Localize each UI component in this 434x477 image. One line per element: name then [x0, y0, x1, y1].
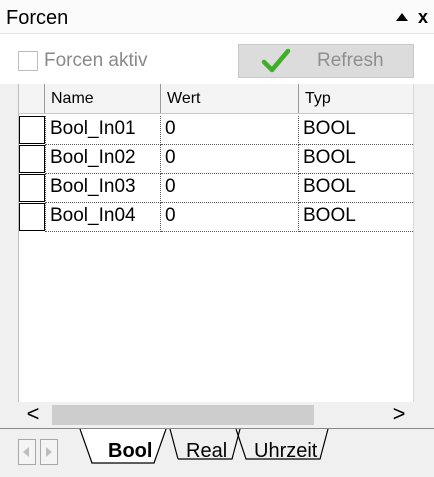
table-row[interactable]: Bool_In03 0 BOOL	[19, 174, 413, 203]
refresh-button[interactable]: Refresh	[238, 44, 414, 78]
table-row[interactable]: Bool_In04 0 BOOL	[19, 203, 413, 232]
row-checkbox[interactable]	[19, 145, 45, 173]
pin-icon[interactable]	[395, 13, 408, 21]
tab-prev-button[interactable]	[18, 439, 36, 465]
triangle-right-icon	[46, 447, 52, 457]
column-header-typ[interactable]: Typ	[299, 84, 413, 113]
row-checkbox[interactable]	[19, 174, 45, 202]
cell-wert[interactable]: 0	[161, 203, 299, 232]
panel-title: Forcen	[6, 7, 69, 29]
scroll-right-arrow-icon[interactable]: >	[384, 402, 414, 428]
header-corner	[19, 84, 45, 113]
triangle-left-icon	[23, 447, 29, 457]
checkmark-icon	[261, 48, 291, 73]
refresh-label: Refresh	[317, 50, 384, 71]
force-grid: Name Wert Typ Bool_In01 0 BOOL Bool_In02…	[18, 84, 414, 402]
row-checkbox[interactable]	[19, 116, 45, 144]
scrollbar-thumb[interactable]	[52, 405, 314, 425]
sheet-tab-strip: Bool Real Uhrzeit	[0, 428, 434, 477]
horizontal-scrollbar[interactable]: < >	[18, 402, 414, 428]
cell-name[interactable]: Bool_In04	[45, 203, 161, 232]
close-icon[interactable]: x	[418, 8, 428, 26]
cell-wert[interactable]: 0	[161, 174, 299, 203]
table-row[interactable]: Bool_In02 0 BOOL	[19, 145, 413, 174]
cell-wert[interactable]: 0	[161, 145, 299, 174]
cell-name[interactable]: Bool_In01	[45, 116, 161, 145]
force-active-label: Forcen aktiv	[44, 50, 148, 71]
cell-typ[interactable]: BOOL	[299, 203, 413, 232]
cell-typ[interactable]: BOOL	[299, 116, 413, 145]
column-header-wert[interactable]: Wert	[161, 84, 299, 113]
tab-bool[interactable]: Bool	[108, 440, 152, 463]
scroll-left-arrow-icon[interactable]: <	[18, 402, 48, 428]
cell-typ[interactable]: BOOL	[299, 145, 413, 174]
force-active-checkbox[interactable]	[18, 51, 38, 71]
panel-titlebar: Forcen x	[0, 0, 434, 34]
cell-name[interactable]: Bool_In03	[45, 174, 161, 203]
column-header-name[interactable]: Name	[45, 84, 161, 113]
row-checkbox[interactable]	[19, 203, 45, 231]
cell-wert[interactable]: 0	[161, 116, 299, 145]
cell-name[interactable]: Bool_In02	[45, 145, 161, 174]
cell-typ[interactable]: BOOL	[299, 174, 413, 203]
forcen-panel: Forcen x Forcen aktiv Refresh Name Wert …	[0, 0, 434, 477]
table-row[interactable]: Bool_In01 0 BOOL	[19, 116, 413, 145]
titlebar-buttons: x	[395, 6, 428, 28]
tab-next-button[interactable]	[40, 439, 58, 465]
tab-uhrzeit[interactable]: Uhrzeit	[254, 440, 317, 463]
grid-header: Name Wert Typ	[19, 84, 413, 114]
tab-real[interactable]: Real	[186, 440, 227, 463]
